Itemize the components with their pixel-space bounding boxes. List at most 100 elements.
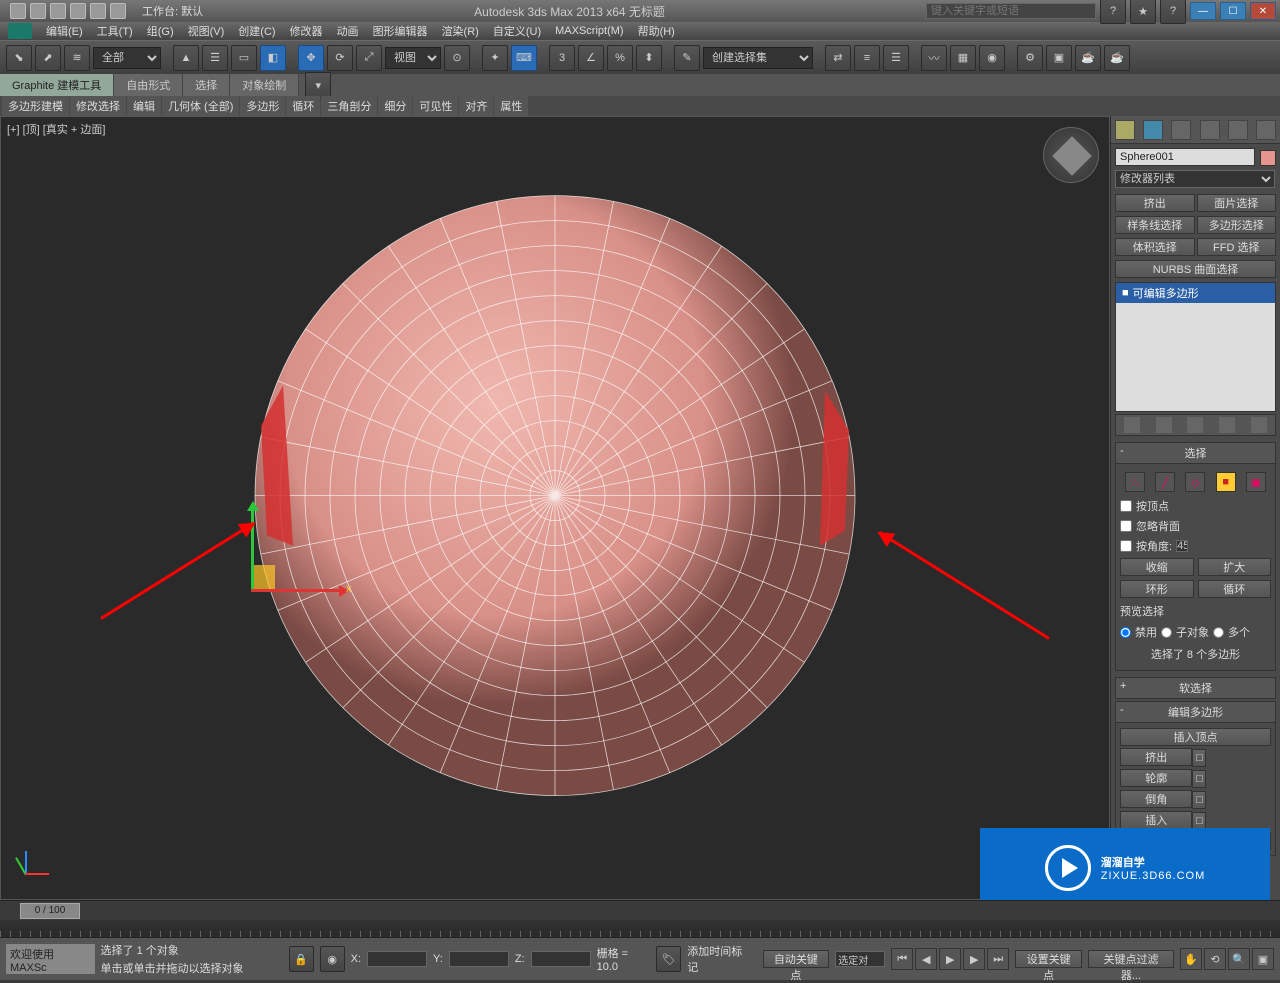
angle-spinner[interactable]	[1176, 540, 1188, 552]
ref-coord-dropdown[interactable]: 视图	[385, 47, 441, 69]
rollout-editpoly-header[interactable]: -编辑多边形	[1115, 701, 1276, 723]
polygon-level-icon[interactable]: ■	[1216, 472, 1236, 492]
qat-link-icon[interactable]	[110, 3, 126, 19]
minimize-button[interactable]: —	[1190, 2, 1216, 20]
border-level-icon[interactable]: ◇	[1185, 472, 1205, 492]
by-vertex-checkbox[interactable]	[1120, 500, 1132, 512]
subtab-geometry[interactable]: 几何体 (全部)	[162, 96, 239, 116]
btn-poly-select[interactable]: 多边形选择	[1197, 216, 1277, 234]
exchange-icon[interactable]: ★	[1130, 0, 1156, 24]
subtab-subdiv[interactable]: 细分	[378, 96, 412, 116]
selection-filter[interactable]: 全部	[93, 47, 161, 69]
app-menu-icon[interactable]	[8, 23, 32, 39]
viewport-top[interactable]: [+] [顶] [真实 + 边面]	[0, 116, 1110, 900]
pin-stack-icon[interactable]	[1124, 417, 1140, 433]
qat-undo-icon[interactable]	[70, 3, 86, 19]
time-handle[interactable]: 0 / 100	[20, 903, 80, 919]
create-tab-icon[interactable]	[1115, 120, 1135, 140]
rotate-icon[interactable]: ⟳	[327, 45, 353, 71]
object-name-field[interactable]	[1115, 148, 1255, 166]
named-selection-dropdown[interactable]: 创建选择集	[703, 47, 813, 69]
curve-editor-icon[interactable]: 〰	[921, 45, 947, 71]
edit-named-sel-icon[interactable]: ✎	[674, 45, 700, 71]
time-tag-icon[interactable]: 🏷	[656, 946, 681, 972]
y-coord[interactable]	[449, 951, 509, 967]
menu-grapheditors[interactable]: 图形编辑器	[373, 23, 428, 39]
subtab-loops[interactable]: 循环	[286, 96, 320, 116]
ring-button[interactable]: 环形	[1120, 580, 1194, 598]
unlink-icon[interactable]: ⬈	[35, 45, 61, 71]
subtab-modifysel[interactable]: 修改选择	[70, 96, 126, 116]
spinner-snap-icon[interactable]: ⬍	[636, 45, 662, 71]
preview-multi-radio[interactable]	[1213, 627, 1224, 638]
bevel-settings-icon[interactable]: □	[1192, 791, 1206, 809]
bind-icon[interactable]: ≋	[64, 45, 90, 71]
z-coord[interactable]	[531, 951, 591, 967]
render-prod-icon[interactable]: ☕	[1104, 45, 1130, 71]
vertex-level-icon[interactable]: ∴	[1125, 472, 1145, 492]
menu-help[interactable]: 帮助(H)	[638, 23, 675, 39]
subtab-polymodel[interactable]: 多边形建模	[2, 96, 69, 116]
layers-icon[interactable]: ☰	[883, 45, 909, 71]
edge-level-icon[interactable]: ╱	[1155, 472, 1175, 492]
grow-button[interactable]: 扩大	[1198, 558, 1272, 576]
bevel-button[interactable]: 倒角	[1120, 790, 1192, 808]
mirror-icon[interactable]: ⇄	[825, 45, 851, 71]
select-icon[interactable]: ▲	[173, 45, 199, 71]
scale-icon[interactable]: ⤢	[356, 45, 382, 71]
outline-settings-icon[interactable]: □	[1192, 770, 1206, 788]
stack-item-editable-poly[interactable]: ■可编辑多边形	[1116, 283, 1275, 303]
selected-field[interactable]	[835, 951, 885, 967]
btn-spline-select[interactable]: 样条线选择	[1115, 216, 1195, 234]
motion-tab-icon[interactable]	[1200, 120, 1220, 140]
extrude-button[interactable]: 挤出	[1120, 748, 1192, 766]
workspace-dropdown[interactable]: 工作台: 默认	[132, 3, 213, 19]
btn-vol-select[interactable]: 体积选择	[1115, 238, 1195, 256]
rollout-selection-header[interactable]: -选择	[1115, 442, 1276, 464]
subtab-tri[interactable]: 三角剖分	[321, 96, 377, 116]
element-level-icon[interactable]: ▣	[1246, 472, 1266, 492]
remove-mod-icon[interactable]	[1219, 417, 1235, 433]
preview-subobj-radio[interactable]	[1161, 627, 1172, 638]
btn-extrude[interactable]: 挤出	[1115, 194, 1195, 212]
manipulate-icon[interactable]: ✦	[482, 45, 508, 71]
menu-edit[interactable]: 编辑(E)	[46, 23, 83, 39]
loop-button[interactable]: 循环	[1198, 580, 1272, 598]
snap-3-icon[interactable]: 3	[549, 45, 575, 71]
isolate-icon[interactable]: ◉	[320, 946, 345, 972]
set-key-button[interactable]: 设置关键点	[1015, 950, 1082, 968]
link-icon[interactable]: ⬊	[6, 45, 32, 71]
btn-face-select[interactable]: 面片选择	[1197, 194, 1277, 212]
goto-end-icon[interactable]: ⏭	[987, 948, 1009, 970]
subtab-properties[interactable]: 属性	[494, 96, 528, 116]
menu-modifiers[interactable]: 修改器	[290, 23, 323, 39]
menu-maxscript[interactable]: MAXScript(M)	[555, 25, 623, 37]
gizmo-x-axis[interactable]	[251, 589, 341, 592]
menu-create[interactable]: 创建(C)	[238, 23, 275, 39]
x-coord[interactable]	[367, 951, 427, 967]
configure-icon[interactable]	[1251, 417, 1267, 433]
close-button[interactable]: ✕	[1250, 2, 1276, 20]
object-color-swatch[interactable]	[1260, 150, 1276, 166]
show-end-icon[interactable]	[1156, 417, 1172, 433]
btn-ffd-select[interactable]: FFD 选择	[1197, 238, 1277, 256]
qat-new-icon[interactable]	[10, 3, 26, 19]
pan-icon[interactable]: ✋	[1180, 948, 1202, 970]
menu-customize[interactable]: 自定义(U)	[493, 23, 541, 39]
render-frame-icon[interactable]: ▣	[1046, 45, 1072, 71]
pivot-icon[interactable]: ⊙	[444, 45, 470, 71]
modify-tab-icon[interactable]	[1143, 120, 1163, 140]
subtab-visibility[interactable]: 可见性	[413, 96, 458, 116]
by-angle-checkbox[interactable]	[1120, 540, 1132, 552]
modifier-stack[interactable]: ■可编辑多边形	[1115, 282, 1276, 412]
maximize-button[interactable]: ☐	[1220, 2, 1246, 20]
insert-vertex-button[interactable]: 插入顶点	[1120, 728, 1271, 746]
inset-button[interactable]: 插入	[1120, 811, 1192, 829]
tab-graphite[interactable]: Graphite 建模工具	[0, 74, 114, 96]
time-track[interactable]	[0, 920, 1280, 938]
menu-rendering[interactable]: 渲染(R)	[442, 23, 479, 39]
subtab-align[interactable]: 对齐	[459, 96, 493, 116]
play-icon[interactable]: ▶	[939, 948, 961, 970]
outline-button[interactable]: 轮廓	[1120, 769, 1192, 787]
qat-save-icon[interactable]	[50, 3, 66, 19]
